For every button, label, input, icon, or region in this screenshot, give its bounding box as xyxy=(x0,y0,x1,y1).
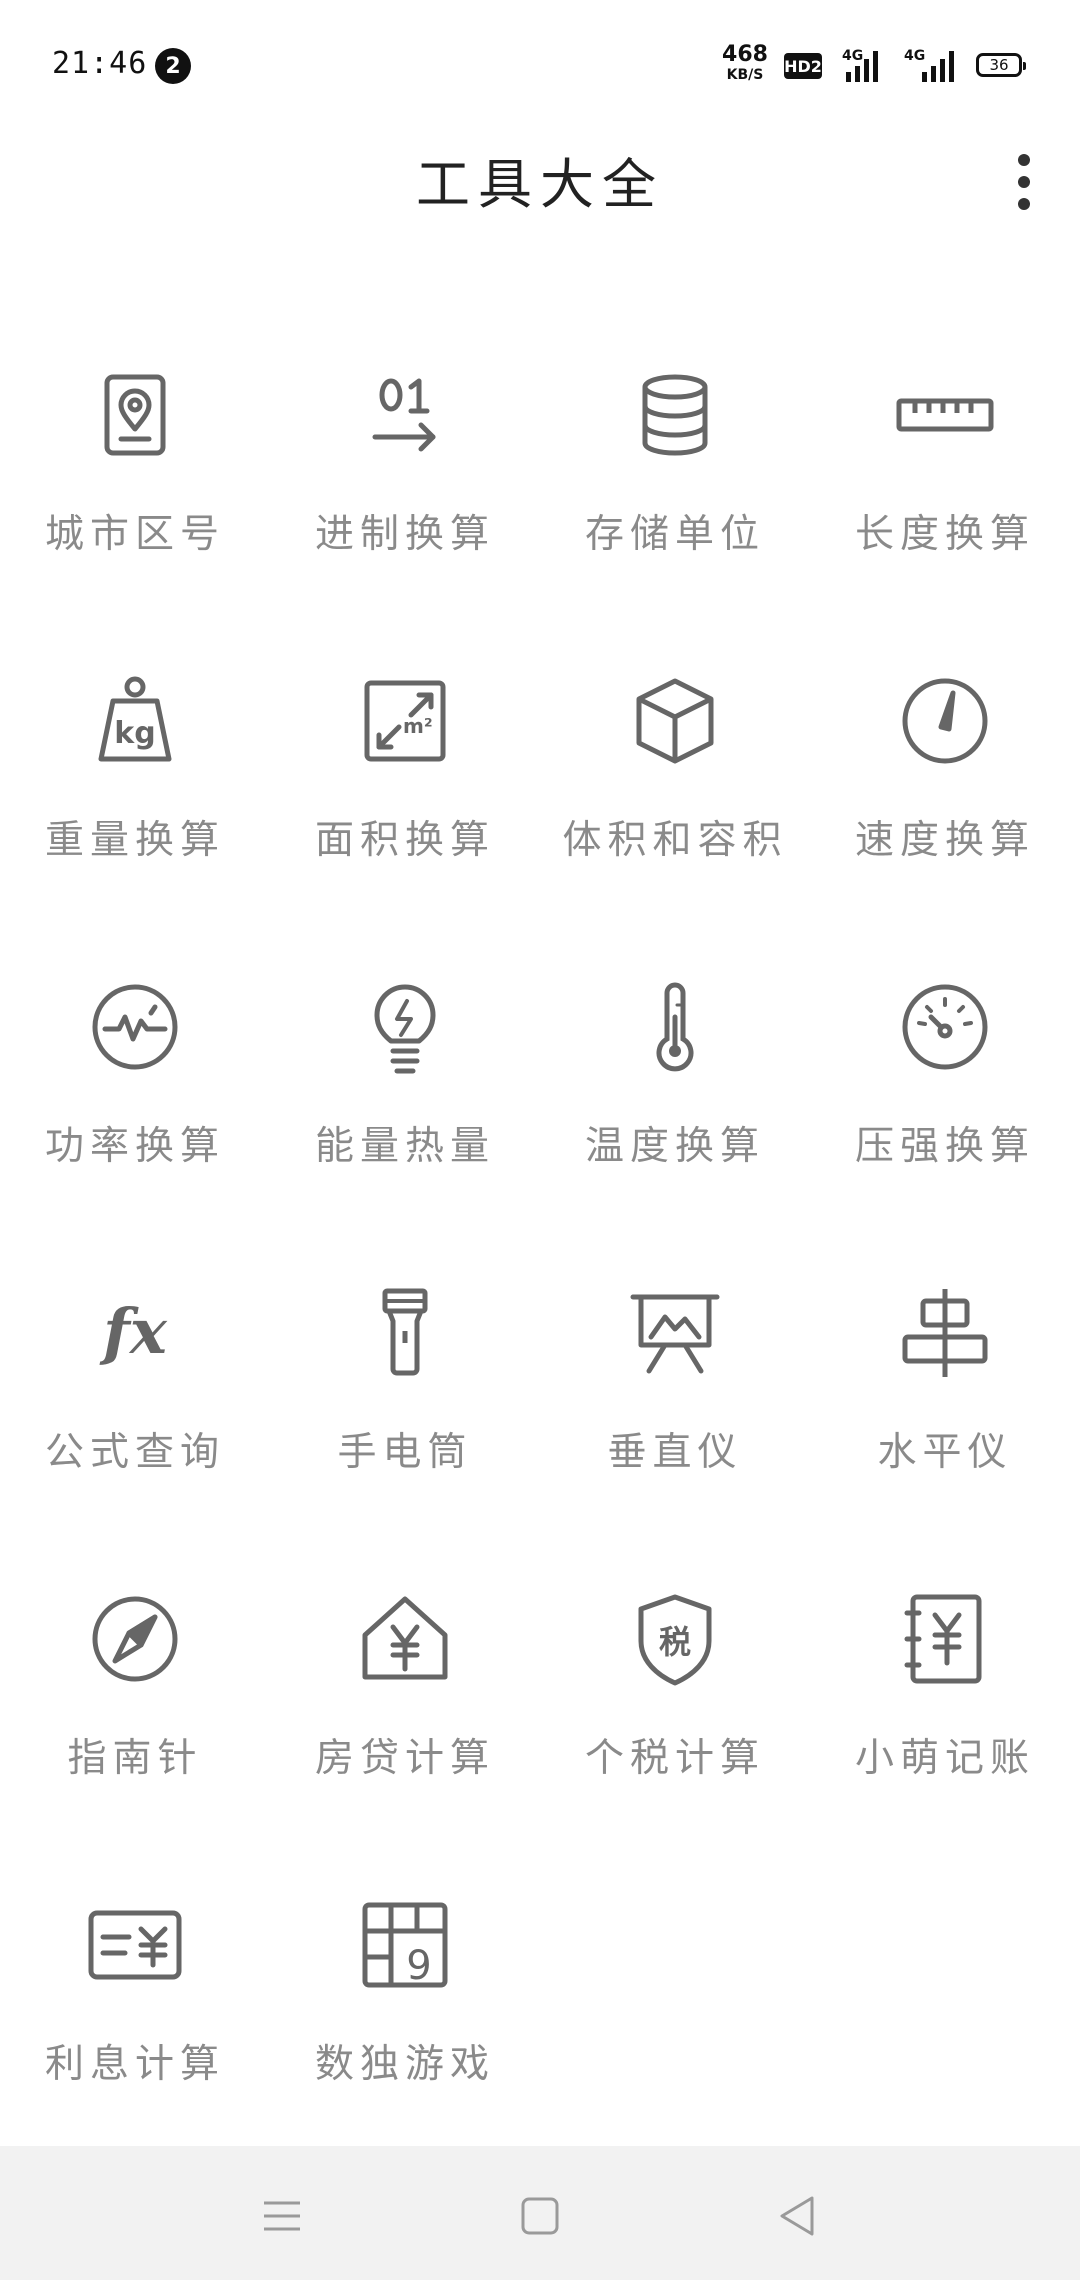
tool-label: 重量换算 xyxy=(44,818,225,863)
thermometer-icon xyxy=(625,977,725,1077)
more-options-button[interactable] xyxy=(1004,142,1044,222)
menu-icon[interactable] xyxy=(242,2176,322,2256)
tool-weight-conversion[interactable]: kg 重量换算 xyxy=(0,641,270,947)
tool-speed-conversion[interactable]: 速度换算 xyxy=(810,641,1080,947)
page-title: 工具大全 xyxy=(416,153,664,216)
tool-label: 存储单位 xyxy=(584,512,765,557)
align-center-icon xyxy=(895,1283,995,1383)
svg-text:税: 税 xyxy=(659,1623,691,1661)
status-bar: 21:46 2 468 KB/S HD2 4G 4G 36 xyxy=(0,0,1080,130)
tool-spirit-level[interactable]: 水平仪 xyxy=(810,1253,1080,1559)
tools-grid: 城市区号 进制换算 存储单位 长度换算 kg 重量换算 m² 面积换算 体积和容… xyxy=(0,335,1080,2171)
tool-income-tax[interactable]: 税 个税计算 xyxy=(540,1559,810,1865)
notification-badge: 2 xyxy=(155,48,191,84)
signal-4g-icon: 4G xyxy=(840,46,886,90)
tool-sudoku-game[interactable]: 9 数独游戏 xyxy=(270,1865,540,2171)
tool-label: 指南针 xyxy=(67,1736,203,1781)
svg-text:4G: 4G xyxy=(904,48,925,64)
pressure-gauge-icon xyxy=(895,977,995,1077)
tool-label: 能量热量 xyxy=(314,1124,495,1169)
tool-label: 利息计算 xyxy=(44,2042,225,2087)
svg-text:kg: kg xyxy=(114,716,155,751)
tool-power-conversion[interactable]: 功率换算 xyxy=(0,947,270,1253)
speedometer-icon xyxy=(895,671,995,771)
tool-label: 压强换算 xyxy=(854,1124,1035,1169)
tool-pressure-conversion[interactable]: 压强换算 xyxy=(810,947,1080,1253)
network-speed-unit: KB/S xyxy=(726,67,764,83)
tool-label: 公式查询 xyxy=(44,1430,225,1475)
kg-weight-icon: kg xyxy=(85,671,185,771)
yen-card-icon xyxy=(85,1895,185,1995)
tool-energy-heat[interactable]: 能量热量 xyxy=(270,947,540,1253)
tool-plumb-level[interactable]: 垂直仪 xyxy=(540,1253,810,1559)
area-m2-icon: m² xyxy=(355,671,455,771)
more-dot-icon xyxy=(1018,198,1030,210)
tool-label: 长度换算 xyxy=(854,512,1035,557)
status-time: 21:46 xyxy=(52,46,148,81)
tool-label: 体积和容积 xyxy=(562,818,788,863)
tool-area-conversion[interactable]: m² 面积换算 xyxy=(270,641,540,947)
tool-label: 水平仪 xyxy=(877,1430,1013,1475)
ruler-icon xyxy=(895,365,995,465)
flashlight-icon xyxy=(355,1283,455,1383)
tool-formula-lookup[interactable]: fx 公式查询 xyxy=(0,1253,270,1559)
network-speed-value: 468 xyxy=(722,42,768,67)
tool-base-conversion[interactable]: 进制换算 xyxy=(270,335,540,641)
tool-label: 数独游戏 xyxy=(314,2042,495,2087)
cube-icon xyxy=(625,671,725,771)
yen-notebook-icon xyxy=(895,1589,995,1689)
more-dot-icon xyxy=(1018,154,1030,166)
tool-label: 手电筒 xyxy=(337,1430,473,1475)
tool-label: 速度换算 xyxy=(854,818,1035,863)
hd-voice-badge: HD2 xyxy=(784,53,822,79)
fx-icon: fx xyxy=(85,1283,185,1383)
tool-label: 功率换算 xyxy=(44,1124,225,1169)
tax-shield-icon: 税 xyxy=(625,1589,725,1689)
tool-label: 小萌记账 xyxy=(854,1736,1035,1781)
tool-flashlight[interactable]: 手电筒 xyxy=(270,1253,540,1559)
tool-interest-calculator[interactable]: 利息计算 xyxy=(0,1865,270,2171)
svg-text:fx: fx xyxy=(99,1295,168,1368)
sudoku-grid-icon: 9 xyxy=(355,1895,455,1995)
compass-icon xyxy=(85,1589,185,1689)
tool-label: 垂直仪 xyxy=(607,1430,743,1475)
binary-arrow-icon xyxy=(355,365,455,465)
map-pin-card-icon xyxy=(85,365,185,465)
tool-storage-units[interactable]: 存储单位 xyxy=(540,335,810,641)
tool-city-area-code[interactable]: 城市区号 xyxy=(0,335,270,641)
signal-4g-2-icon: 4G xyxy=(900,46,962,90)
tool-label: 温度换算 xyxy=(584,1124,765,1169)
lightbulb-icon xyxy=(355,977,455,1077)
tool-length-conversion[interactable]: 长度换算 xyxy=(810,335,1080,641)
system-navigation-bar xyxy=(0,2146,1080,2280)
svg-text:4G: 4G xyxy=(842,48,863,64)
more-dot-icon xyxy=(1018,176,1030,188)
tool-label: 个税计算 xyxy=(584,1736,765,1781)
battery-icon: 36 xyxy=(976,53,1026,77)
back-triangle-icon[interactable] xyxy=(756,2176,836,2256)
easel-icon xyxy=(625,1283,725,1383)
app-header: 工具大全 xyxy=(0,130,1080,240)
tool-compass[interactable]: 指南针 xyxy=(0,1559,270,1865)
svg-text:9: 9 xyxy=(406,1943,431,1989)
tool-label: 房贷计算 xyxy=(314,1736,495,1781)
network-speed: 468 KB/S xyxy=(720,42,770,83)
house-yen-icon xyxy=(355,1589,455,1689)
tool-label: 进制换算 xyxy=(314,512,495,557)
tool-mortgage-calculator[interactable]: 房贷计算 xyxy=(270,1559,540,1865)
home-square-icon[interactable] xyxy=(500,2176,580,2256)
tool-label: 城市区号 xyxy=(44,512,225,557)
tool-temperature-conversion[interactable]: 温度换算 xyxy=(540,947,810,1253)
tool-volume-capacity[interactable]: 体积和容积 xyxy=(540,641,810,947)
tool-bookkeeping[interactable]: 小萌记账 xyxy=(810,1559,1080,1865)
pulse-icon xyxy=(85,977,185,1077)
database-icon xyxy=(625,365,725,465)
svg-text:m²: m² xyxy=(403,714,433,738)
tool-label: 面积换算 xyxy=(314,818,495,863)
